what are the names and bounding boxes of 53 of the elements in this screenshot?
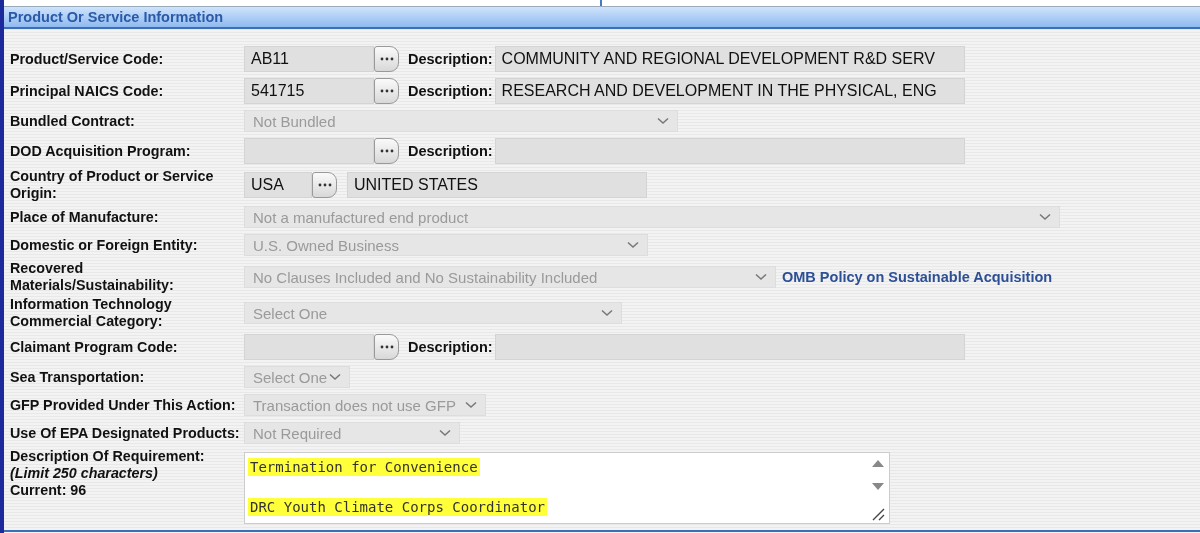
ellipsis-icon	[317, 183, 332, 187]
code-field[interactable]: AB11	[244, 46, 374, 72]
lookup-button[interactable]	[312, 172, 337, 198]
chevron-down-icon	[657, 117, 669, 125]
field-label: Sea Transportation:	[10, 368, 146, 386]
field-label: Use Of EPA Designated Products:	[10, 424, 241, 442]
ellipsis-icon	[379, 57, 394, 61]
country-name-field[interactable]: UNITED STATES	[347, 172, 647, 198]
ellipsis-icon	[379, 89, 394, 93]
field-label: Product/Service Code:	[10, 50, 165, 68]
field-label: Place of Manufacture:	[10, 208, 160, 226]
chevron-down-icon	[601, 309, 613, 317]
character-count: Current: 96	[10, 482, 88, 499]
chevron-down-icon	[439, 429, 451, 437]
ellipsis-icon	[379, 345, 394, 349]
section-title: Product Or Service Information	[8, 9, 224, 25]
code-field[interactable]: 541715	[244, 78, 374, 104]
chevron-down-icon	[755, 273, 767, 281]
field-label: Claimant Program Code:	[10, 338, 179, 356]
lookup-button[interactable]	[374, 334, 399, 360]
field-label: Country of Product or Service Origin:	[10, 168, 215, 202]
chevron-down-icon	[465, 401, 477, 409]
country-code-field[interactable]: USA	[244, 172, 312, 198]
chevron-down-icon	[627, 241, 639, 249]
description-label: Description:	[408, 51, 493, 67]
description-label: Description:	[408, 83, 493, 99]
code-field[interactable]	[244, 138, 374, 164]
description-field[interactable]	[494, 138, 965, 164]
chevron-down-icon	[1039, 213, 1051, 221]
text-area[interactable]: Termination for Convenience DRC Youth Climate Corps Coordinator	[244, 452, 890, 524]
code-field[interactable]	[244, 334, 374, 360]
chevron-down-icon	[329, 373, 341, 381]
field-label: Bundled Contract:	[10, 112, 136, 130]
ellipsis-icon	[379, 149, 394, 153]
field-label: Domestic or Foreign Entity:	[10, 236, 199, 254]
field-label: Recovered Materials/Sustainability:	[10, 260, 175, 294]
lookup-button[interactable]	[374, 78, 399, 104]
lookup-button[interactable]	[374, 46, 399, 72]
resize-grip-icon[interactable]	[871, 507, 885, 521]
description-field[interactable]: COMMUNITY AND REGIONAL DEVELOPMENT R&D SERV	[494, 46, 965, 72]
scroll-down-icon[interactable]	[872, 483, 884, 491]
field-label: DOD Acquisition Program:	[10, 142, 192, 160]
field-label: Information Technology Commercial Category:	[10, 296, 173, 330]
field-label: Principal NAICS Code:	[10, 82, 165, 100]
limit-note: (Limit 250 characters)	[10, 465, 159, 482]
description-label: Description:	[408, 339, 493, 355]
field-label: Description Of Requirement:	[10, 448, 206, 465]
description-field[interactable]: RESEARCH AND DEVELOPMENT IN THE PHYSICAL, ENG	[494, 78, 965, 104]
description-label: Description:	[408, 143, 493, 159]
lookup-button[interactable]	[374, 138, 399, 164]
field-label: GFP Provided Under This Action:	[10, 396, 237, 414]
scroll-up-icon[interactable]	[872, 459, 884, 467]
description-field[interactable]	[494, 334, 965, 360]
